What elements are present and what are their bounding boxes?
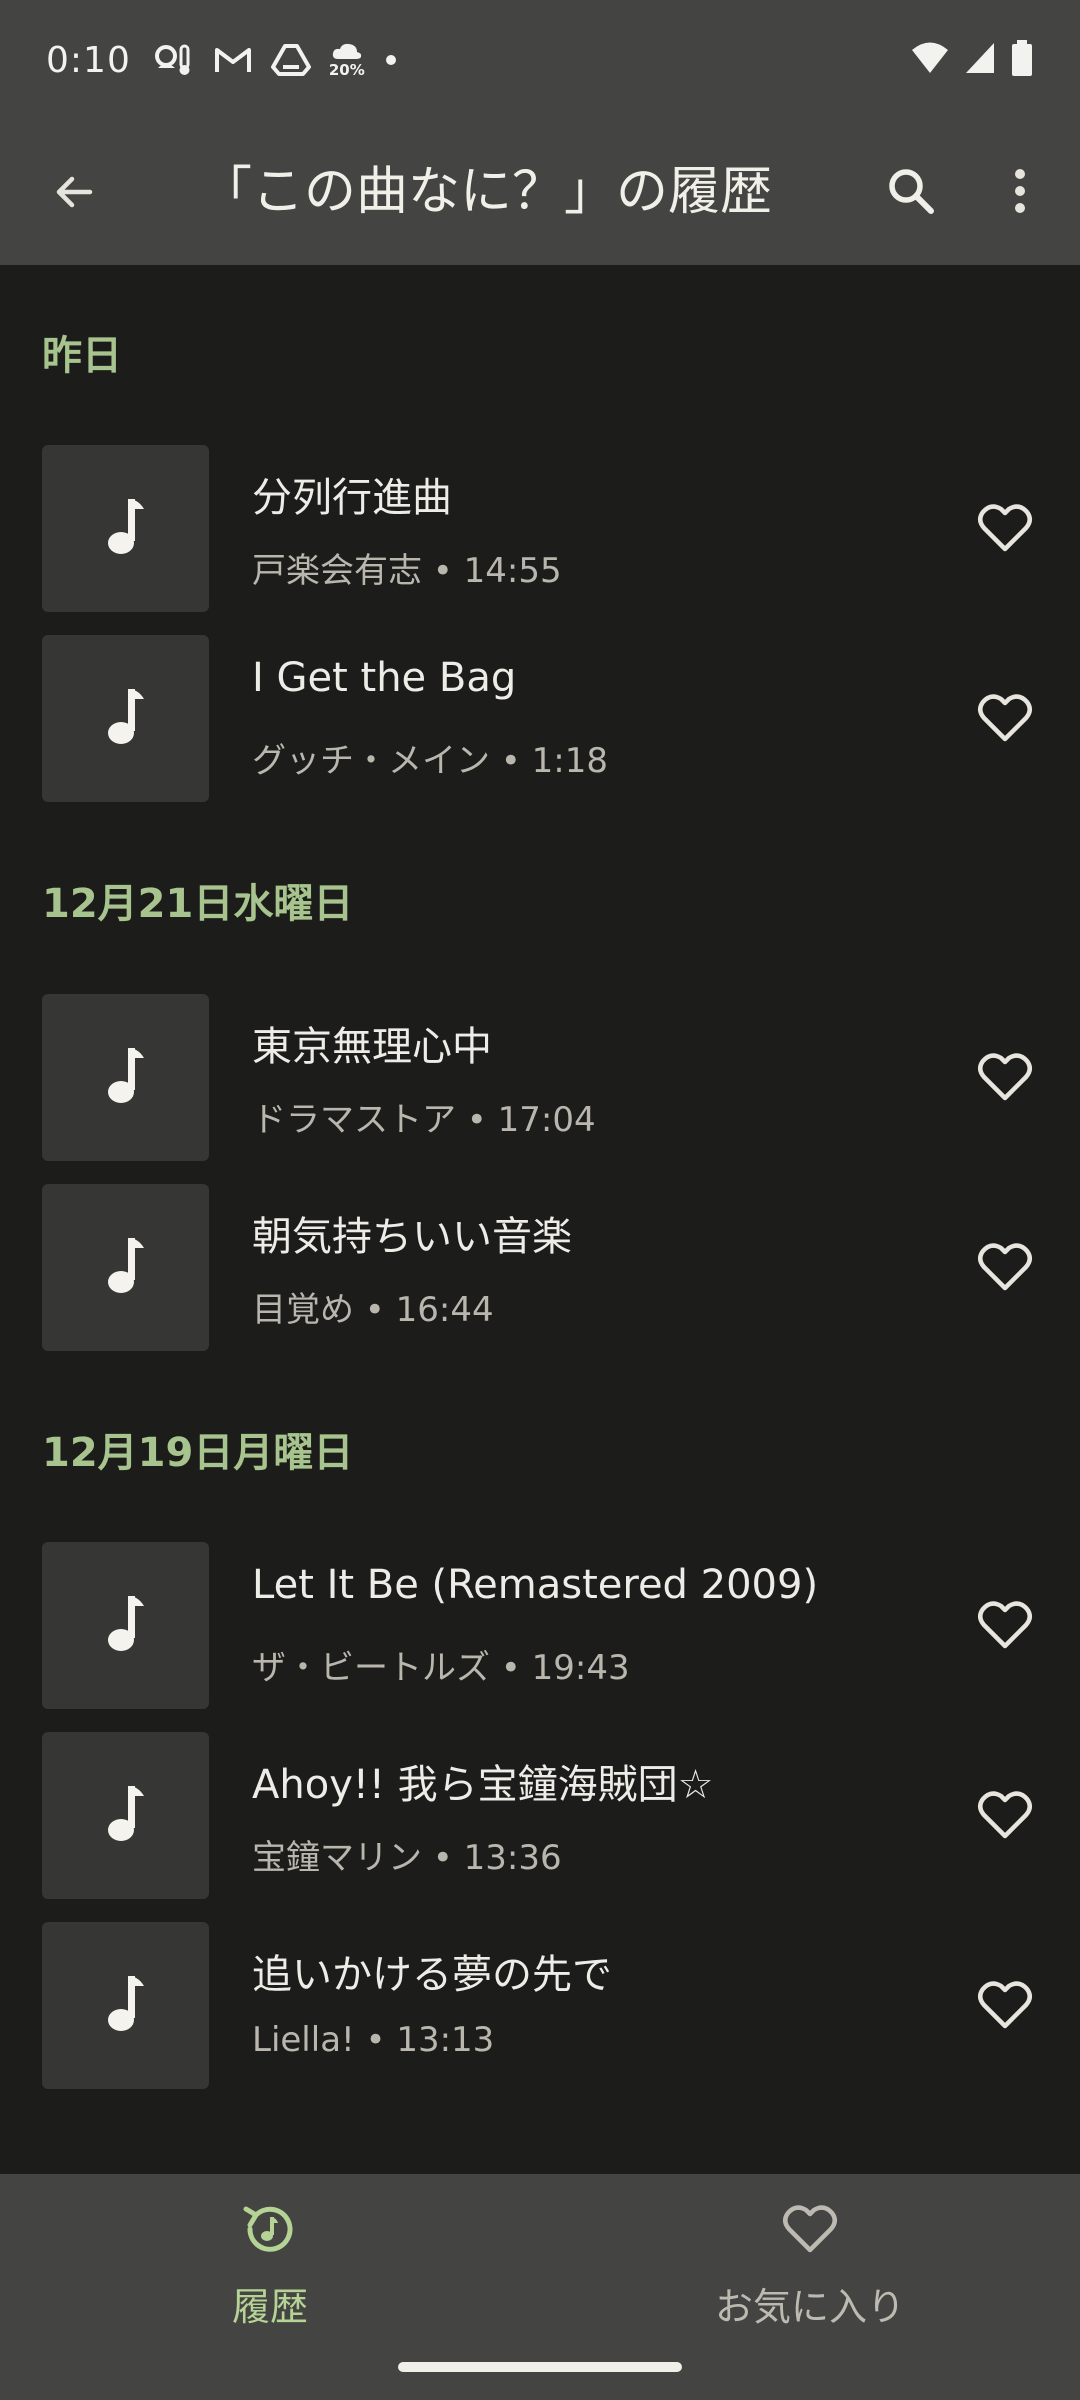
track-row[interactable]: 朝気持ちいい音楽 目覚め • 16:44 — [0, 1184, 1080, 1354]
search-button[interactable] — [876, 158, 946, 228]
heart-outline-icon — [977, 1980, 1033, 2034]
section-header: 12月19日月曜日 — [42, 1430, 354, 1476]
heart-outline-icon — [977, 693, 1033, 747]
track-meta: ザ・ビートルズ • 19:43 — [252, 1648, 630, 1688]
favorite-button[interactable] — [970, 1234, 1040, 1304]
track-artwork — [42, 1922, 209, 2089]
app-bar: 「この曲なに？」の履歴 — [0, 120, 1080, 265]
track-title: I Get the Bag — [252, 655, 517, 701]
status-icons-left: 20% — [153, 42, 399, 78]
rain-20-icon: 20% — [329, 43, 365, 78]
heart-outline-icon — [782, 2204, 838, 2258]
status-icons-right — [910, 39, 1034, 81]
favorite-button[interactable] — [970, 1044, 1040, 1114]
section-header: 昨日 — [42, 333, 122, 379]
track-row[interactable]: 追いかける夢の先で Liella! • 13:13 — [0, 1922, 1080, 2092]
status-time: 0:10 — [46, 39, 131, 81]
battery-icon — [1010, 39, 1034, 81]
drive-icon — [270, 43, 311, 77]
history-music-icon — [240, 2199, 300, 2263]
back-button[interactable] — [40, 160, 108, 228]
arrow-back-icon — [50, 168, 98, 220]
weather-thermo-icon — [153, 42, 195, 78]
music-note-icon — [104, 1234, 148, 1302]
track-meta: Liella! • 13:13 — [252, 2020, 495, 2060]
track-artwork — [42, 994, 209, 1161]
heart-outline-icon — [977, 1790, 1033, 1844]
page-title: 「この曲なに？」の履歴 — [200, 162, 773, 222]
track-meta: 戸楽会有志 • 14:55 — [252, 551, 562, 591]
more-vert-icon — [1012, 166, 1028, 220]
heart-outline-icon — [977, 1242, 1033, 1296]
track-title: 東京無理心中 — [252, 1024, 492, 1070]
heart-outline-icon — [977, 1052, 1033, 1106]
track-artwork — [42, 445, 209, 612]
heart-outline-icon — [977, 503, 1033, 557]
track-title: Let It Be (Remastered 2009) — [252, 1562, 819, 1608]
signal-icon — [964, 41, 996, 79]
track-artwork — [42, 635, 209, 802]
track-title: 朝気持ちいい音楽 — [252, 1214, 572, 1260]
track-title: 分列行進曲 — [252, 475, 452, 521]
dot-icon — [383, 52, 399, 68]
wifi-icon — [910, 41, 950, 79]
rain-percent: 20% — [328, 60, 365, 79]
more-options-button[interactable] — [990, 158, 1050, 228]
nav-history-label: 履歴 — [231, 2285, 308, 2329]
nav-favorites-label: お気に入り — [714, 2285, 905, 2329]
favorite-button[interactable] — [970, 1782, 1040, 1852]
track-meta: ドラマストア • 17:04 — [252, 1100, 596, 1140]
favorite-button[interactable] — [970, 495, 1040, 565]
track-meta: 目覚め • 16:44 — [252, 1290, 494, 1330]
status-bar: 0:10 20% — [0, 0, 1080, 120]
heart-outline-icon — [977, 1600, 1033, 1654]
favorite-button[interactable] — [970, 685, 1040, 755]
gmail-icon — [213, 44, 253, 76]
screen: 0:10 20% 「この曲なに？」の履歴 昨日 分列行進曲 戸楽会有志 • 14… — [0, 0, 1080, 2400]
track-row[interactable]: 東京無理心中 ドラマストア • 17:04 — [0, 994, 1080, 1164]
music-note-icon — [104, 685, 148, 753]
home-indicator[interactable] — [398, 2362, 682, 2372]
music-note-icon — [104, 1044, 148, 1112]
track-meta: グッチ・メイン • 1:18 — [252, 741, 609, 781]
track-artwork — [42, 1542, 209, 1709]
music-note-icon — [104, 1782, 148, 1850]
favorite-button[interactable] — [970, 1592, 1040, 1662]
favorite-button[interactable] — [970, 1972, 1040, 2042]
nav-favorites-tab[interactable]: お気に入り — [660, 2196, 960, 2356]
track-title: Ahoy!! 我ら宝鐘海賊団☆ — [252, 1762, 714, 1808]
nav-history-tab[interactable]: 履歴 — [120, 2196, 420, 2356]
music-note-icon — [104, 1592, 148, 1660]
music-note-icon — [104, 1972, 148, 2040]
section-header: 12月21日水曜日 — [42, 881, 354, 927]
search-icon — [885, 165, 937, 221]
track-artwork — [42, 1732, 209, 1899]
track-row[interactable]: I Get the Bag グッチ・メイン • 1:18 — [0, 635, 1080, 805]
track-artwork — [42, 1184, 209, 1351]
track-row[interactable]: Ahoy!! 我ら宝鐘海賊団☆ 宝鐘マリン • 13:36 — [0, 1732, 1080, 1902]
track-meta: 宝鐘マリン • 13:36 — [252, 1838, 562, 1878]
track-row[interactable]: Let It Be (Remastered 2009) ザ・ビートルズ • 19… — [0, 1542, 1080, 1712]
track-row[interactable]: 分列行進曲 戸楽会有志 • 14:55 — [0, 445, 1080, 615]
music-note-icon — [104, 495, 148, 563]
track-title: 追いかける夢の先で — [252, 1952, 612, 1998]
